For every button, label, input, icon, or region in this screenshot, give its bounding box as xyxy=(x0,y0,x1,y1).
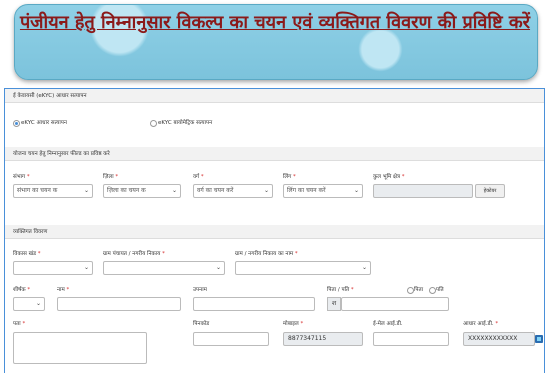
chevron-down-icon: ⌄ xyxy=(263,187,269,194)
title-label: शीर्षक * xyxy=(13,287,31,293)
chevron-down-icon: ⌄ xyxy=(171,187,177,194)
name-label: नाम * xyxy=(57,287,70,293)
block-label: विकास खंड * xyxy=(13,251,41,257)
block-select[interactable]: ⌄ xyxy=(13,261,93,275)
upnaam-input[interactable] xyxy=(193,297,315,311)
mobile-input[interactable]: 8877347115 xyxy=(283,332,363,346)
gram-name-select[interactable]: ⌄ xyxy=(235,261,371,275)
ekyc-section-header: ई केवायसी (eKYC) आधार सत्यापन xyxy=(5,89,544,103)
sambhag-label: संभाग * xyxy=(13,174,30,180)
husband-option-label: पति xyxy=(436,287,444,293)
view-icon[interactable] xyxy=(535,335,543,343)
ling-select[interactable]: लिंग का चयन करें ⌄ xyxy=(283,184,363,198)
husband-radio[interactable] xyxy=(429,287,436,294)
ekyc-biometric-radio[interactable] xyxy=(150,120,157,127)
address-label: पता * xyxy=(13,321,26,327)
gram-panchayat-select[interactable]: ⌄ xyxy=(103,261,225,275)
chevron-down-icon: ⌄ xyxy=(215,264,221,271)
aadhaar-label: आधार आई.डी. * xyxy=(463,321,499,327)
land-area-input[interactable] xyxy=(373,184,473,198)
scheme-section-header: योजना चयन हेतु निम्नानुसार फील्ड का प्रव… xyxy=(5,147,544,161)
pincode-label: पिनकोड xyxy=(193,321,210,327)
pincode-input[interactable] xyxy=(193,332,269,346)
father-prefix-addon: श xyxy=(327,297,341,311)
chevron-down-icon: ⌄ xyxy=(353,187,359,194)
land-unit-addon: हेक्टेयर xyxy=(475,184,505,198)
gram-name-label: ग्राम / नगरीय निकाय का नाम * xyxy=(235,251,298,257)
ling-label: लिंग * xyxy=(283,174,296,180)
chevron-down-icon: ⌄ xyxy=(83,187,89,194)
father-option-label: पिता xyxy=(414,287,424,293)
land-area-label: कुल भूमि क्षेत्र * xyxy=(373,174,405,180)
ekyc-aadhaar-label: eKYC आधार सत्यापन xyxy=(21,120,67,126)
chevron-down-icon: ⌄ xyxy=(361,264,367,271)
ekyc-biometric-label: eKYC बायोमेट्रिक सत्यापन xyxy=(158,120,213,126)
upnaam-label: उपनाम xyxy=(193,287,207,293)
registration-form: ई केवायसी (eKYC) आधार सत्यापन eKYC आधार … xyxy=(4,88,545,373)
jila-label: ज़िला * xyxy=(103,174,119,180)
title-select[interactable]: ⌄ xyxy=(13,297,45,311)
father-label: पिता / पति * xyxy=(327,287,354,293)
email-input[interactable] xyxy=(373,332,449,346)
chevron-down-icon: ⌄ xyxy=(83,264,89,271)
email-label: ई-मेल आई.डी. xyxy=(373,321,403,327)
varg-label: वर्ग * xyxy=(193,174,204,180)
father-name-input[interactable] xyxy=(341,297,449,311)
father-radio[interactable] xyxy=(407,287,414,294)
jila-select[interactable]: ज़िला का चयन क ⌄ xyxy=(103,184,181,198)
address-textarea[interactable] xyxy=(13,332,147,364)
name-input[interactable] xyxy=(57,297,181,311)
page-title: पंजीयन हेतु निम्नानुसार विकल्प का चयन एव… xyxy=(19,12,531,33)
personal-section-header: व्यक्तिगत विवरण xyxy=(5,225,544,239)
mobile-label: मोबाइल * xyxy=(283,321,304,327)
sambhag-select[interactable]: संभाग का चयन क ⌄ xyxy=(13,184,93,198)
chevron-down-icon: ⌄ xyxy=(35,300,41,307)
varg-select[interactable]: वर्ग का चयन करें ⌄ xyxy=(193,184,273,198)
gram-panchayat-label: ग्राम पंचायत / नगरीय निकाय * xyxy=(103,251,165,257)
aadhaar-input[interactable]: XXXXXXXXXXXX xyxy=(463,332,535,346)
ekyc-aadhaar-radio[interactable] xyxy=(13,120,20,127)
